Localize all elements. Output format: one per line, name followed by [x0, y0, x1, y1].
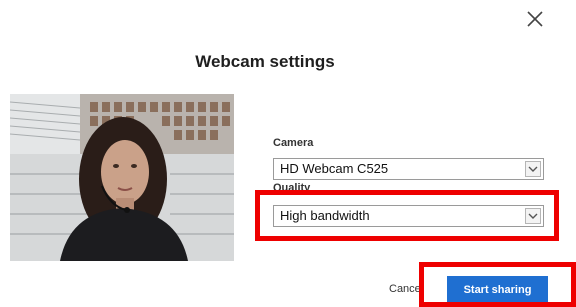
camera-dropdown-button[interactable]: [525, 161, 541, 177]
quality-highlight-box: [255, 190, 559, 241]
camera-select-value: HD Webcam C525: [280, 161, 389, 176]
webcam-preview: [10, 94, 234, 261]
close-button[interactable]: [524, 8, 546, 30]
camera-label: Camera: [273, 137, 314, 149]
start-sharing-highlight-box: [419, 262, 576, 307]
dialog-title: Webcam settings: [195, 52, 335, 71]
close-icon: [527, 11, 543, 27]
chevron-down-icon: [528, 166, 538, 172]
camera-select[interactable]: HD Webcam C525: [273, 158, 544, 180]
webcam-preview-image: [10, 94, 234, 261]
